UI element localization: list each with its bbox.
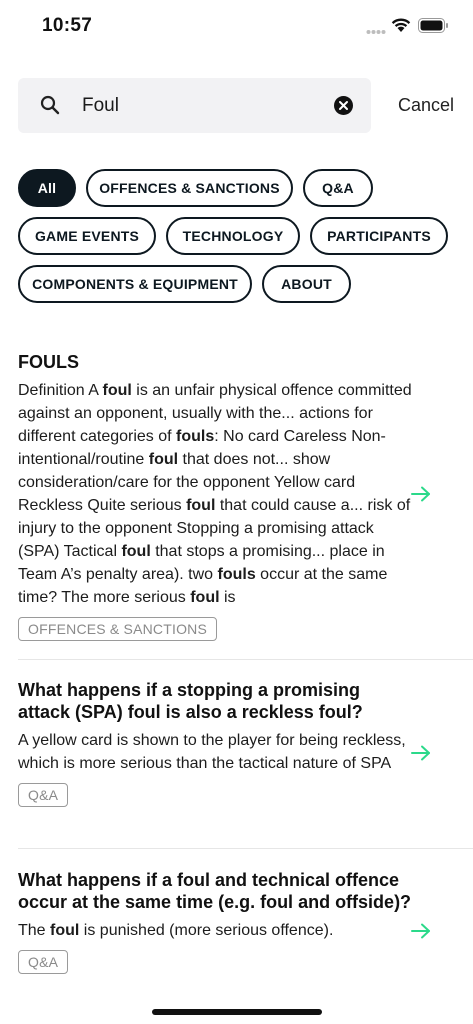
wifi-icon xyxy=(391,18,411,32)
chip-components-equipment[interactable]: COMPONENTS & EQUIPMENT xyxy=(18,265,252,303)
snippet-text: The xyxy=(18,922,51,939)
result-tag: Q&A xyxy=(18,950,69,974)
search-result[interactable]: FOULS Definition A foul is an unfair phy… xyxy=(18,351,473,641)
search-bar[interactable] xyxy=(18,78,371,133)
highlight-term: foul xyxy=(190,589,220,606)
snippet-text: is punished (more serious offence). xyxy=(79,922,334,939)
result-title: What happens if a foul and technical off… xyxy=(18,870,412,912)
highlight-term: foul xyxy=(50,922,80,939)
chip-technology[interactable]: TECHNOLOGY xyxy=(166,217,300,255)
snippet-text: A yellow card is shown to the player for… xyxy=(18,732,406,772)
home-indicator xyxy=(152,1009,322,1015)
divider xyxy=(18,659,473,660)
highlight-term: foul xyxy=(186,497,216,514)
clear-search-icon[interactable] xyxy=(334,96,353,115)
search-result[interactable]: What happens if a stopping a promising a… xyxy=(18,679,473,807)
result-snippet: The foul is punished (more serious offen… xyxy=(18,919,413,942)
arrow-right-icon[interactable] xyxy=(411,923,431,939)
snippet-text: Definition A xyxy=(18,382,103,399)
status-time: 10:57 xyxy=(42,15,93,36)
chip-offences-sanctions[interactable]: OFFENCES & SANCTIONS xyxy=(86,169,293,207)
highlight-term: foul xyxy=(148,451,179,468)
arrow-right-icon[interactable] xyxy=(411,745,431,761)
chip-about[interactable]: ABOUT xyxy=(262,265,351,303)
result-tag: Q&A xyxy=(18,783,69,807)
snippet-text: is xyxy=(219,589,236,606)
highlight-term: foul xyxy=(121,543,151,560)
chip-all[interactable]: All xyxy=(18,169,76,207)
chip-participants[interactable]: PARTICIPANTS xyxy=(310,217,448,255)
highlight-term: foul xyxy=(102,382,132,399)
chip-game-events[interactable]: GAME EVENTS xyxy=(18,217,156,255)
arrow-right-icon[interactable] xyxy=(411,486,431,502)
highlight-term: fouls xyxy=(217,566,256,583)
status-bar: 10:57 xyxy=(0,0,473,54)
result-tag: OFFENCES & SANCTIONS xyxy=(18,617,218,641)
search-icon xyxy=(40,95,60,115)
divider xyxy=(18,848,473,849)
result-title: FOULS xyxy=(18,352,79,372)
cancel-button[interactable]: Cancel xyxy=(398,95,454,116)
result-snippet: Definition A foul is an unfair physical … xyxy=(18,379,413,609)
highlight-term: fouls xyxy=(176,428,215,445)
search-input[interactable] xyxy=(82,90,332,122)
signal-icon xyxy=(366,30,386,34)
result-snippet: A yellow card is shown to the player for… xyxy=(18,729,413,775)
battery-icon xyxy=(418,18,448,33)
search-result[interactable]: What happens if a foul and technical off… xyxy=(18,869,473,974)
result-title: What happens if a stopping a promising a… xyxy=(18,680,363,722)
chip-qa[interactable]: Q&A xyxy=(303,169,373,207)
